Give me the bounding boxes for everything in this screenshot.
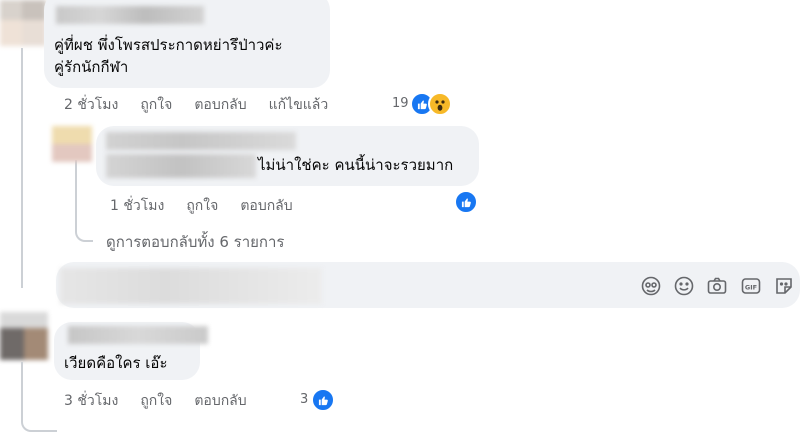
comment-bubble: ไม่น่าใช่คะ คนนี้น่าจะรวยมาก [96, 126, 479, 186]
reaction-count[interactable]: 19 [392, 96, 409, 111]
composer-input[interactable] [60, 268, 322, 304]
redacted-text [106, 154, 256, 178]
comment-actions: 2 ชั่วโมง ถูกใจ ตอบกลับ แก้ไขแล้ว [64, 94, 350, 116]
like-button[interactable]: ถูกใจ [140, 94, 172, 116]
view-replies-link[interactable]: ดูการตอบกลับทั้ง 6 รายการ [106, 230, 285, 254]
thread-line [21, 362, 23, 418]
like-icon[interactable] [454, 190, 478, 214]
camera-icon[interactable] [706, 275, 728, 297]
commenter-name[interactable] [106, 132, 296, 150]
comment-text: ไม่น่าใช่คะ คนนี้น่าจะรวยมาก [258, 156, 454, 174]
thread-line [75, 160, 77, 228]
comment-bubble: คู่ที่ผช พึ่งโพรสประกาดหย่ารึป่าวค่ะ คู่… [44, 0, 330, 88]
comment-bubble: เวียดคือใคร เอ๊ะ [54, 322, 208, 380]
thread-connector [21, 412, 57, 432]
reaction-count[interactable]: 3 [300, 392, 308, 407]
gif-icon[interactable]: GIF [740, 275, 762, 297]
comment-text: คู่ที่ผช พึ่งโพรสประกาดหย่ารึป่าวค่ะ [54, 36, 283, 54]
comment-text: คู่รักนักกีฬา [54, 58, 129, 76]
avatar-sticker-icon[interactable] [640, 275, 662, 297]
sticker-icon[interactable] [773, 275, 795, 297]
svg-text:GIF: GIF [745, 284, 757, 292]
avatar[interactable] [52, 126, 92, 162]
reply-button[interactable]: ตอบกลับ [194, 94, 246, 116]
reply-button[interactable]: ตอบกลับ [194, 390, 246, 412]
wow-icon[interactable] [428, 92, 452, 116]
thread-connector [75, 222, 93, 242]
comment-time[interactable]: 2 ชั่วโมง [64, 94, 118, 116]
emoji-icon[interactable] [673, 275, 695, 297]
avatar[interactable] [0, 0, 46, 46]
comment-text: เวียดคือใคร เอ๊ะ [64, 354, 168, 372]
comment-time[interactable]: 1 ชั่วโมง [110, 195, 164, 217]
like-icon[interactable] [311, 388, 335, 412]
like-button[interactable]: ถูกใจ [186, 195, 218, 217]
like-button[interactable]: ถูกใจ [140, 390, 172, 412]
comment-actions: 1 ชั่วโมง ถูกใจ ตอบกลับ [110, 195, 315, 217]
edited-label[interactable]: แก้ไขแล้ว [269, 94, 329, 116]
reply-button[interactable]: ตอบกลับ [240, 195, 292, 217]
commenter-name[interactable] [56, 6, 204, 24]
avatar[interactable] [0, 312, 48, 360]
commenter-name[interactable] [68, 326, 208, 344]
comment-time[interactable]: 3 ชั่วโมง [64, 390, 118, 412]
thread-line [21, 48, 23, 288]
comment-actions: 3 ชั่วโมง ถูกใจ ตอบกลับ [64, 390, 269, 412]
